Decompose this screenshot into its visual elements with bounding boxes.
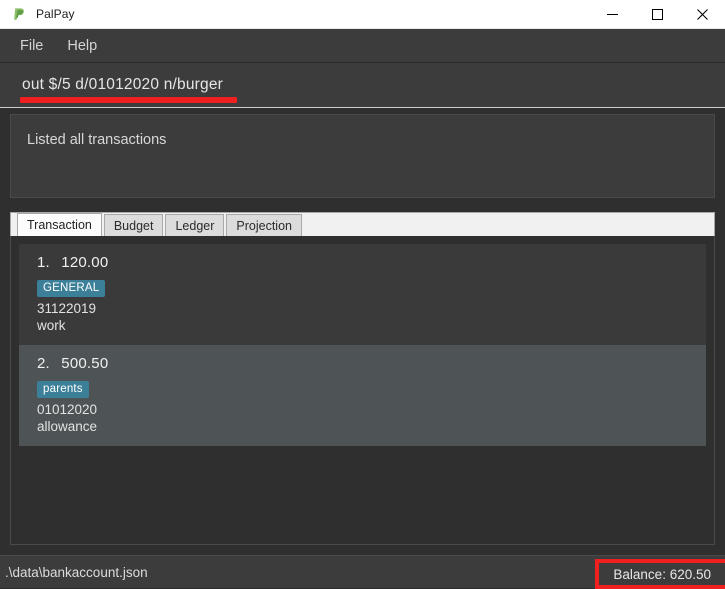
transaction-list-item[interactable]: 1. 120.00 GENERAL 31122019 work [19,244,706,345]
tab-projection[interactable]: Projection [226,214,302,236]
menu-bar: File Help [0,29,725,63]
transaction-tag: parents [37,381,89,398]
palpay-window: PalPay File Help out $/5 d/01012020 n/bu… [0,0,725,589]
transaction-description: allowance [37,419,98,434]
transaction-amount: 500.50 [61,355,109,372]
transaction-index: 2. [37,355,50,372]
transaction-date: 31122019 [37,301,97,316]
tab-area: Transaction Budget Ledger Projection 1. … [0,198,725,555]
transaction-list-item[interactable]: 2. 500.50 parents 01012020 allowance [19,345,706,446]
result-display-box: Listed all transactions [10,114,715,198]
result-message: Listed all transactions [27,132,167,148]
status-bar-file-path: .\data\bankaccount.json [5,564,148,580]
tab-budget[interactable]: Budget [103,214,164,236]
title-bar-left: PalPay [0,7,590,22]
transaction-headline: 2. 500.50 [37,355,706,372]
window-title: PalPay [36,7,75,21]
transaction-tag-row: GENERAL [37,278,706,297]
palpay-logo-icon [12,7,27,22]
menu-help[interactable]: Help [55,34,109,58]
command-error-underline [20,97,237,103]
transaction-list: 1. 120.00 GENERAL 31122019 work 2. 500.5… [19,244,706,446]
minimize-icon[interactable] [590,0,635,28]
status-bar-balance: Balance: 620.50 [613,566,711,582]
tab-panel-transaction: 1. 120.00 GENERAL 31122019 work 2. 500.5… [10,236,715,545]
menu-file[interactable]: File [8,34,55,58]
transaction-index: 1. [37,254,50,271]
title-bar: PalPay [0,0,725,29]
tab-ledger[interactable]: Ledger [165,214,225,236]
balance-highlight-box: Balance: 620.50 [595,559,725,589]
transaction-tag-row: parents [37,379,706,398]
maximize-icon[interactable] [635,0,680,28]
transaction-amount: 120.00 [61,254,109,271]
status-bar: .\data\bankaccount.json Balance: 620.50 [0,555,725,589]
command-box-area: out $/5 d/01012020 n/burger [0,63,725,108]
result-display-area: Listed all transactions [0,108,725,198]
transaction-headline: 1. 120.00 [37,254,706,271]
command-input-value: out $/5 d/01012020 n/burger [22,75,224,93]
tab-strip: Transaction Budget Ledger Projection [10,212,715,236]
transaction-date: 01012020 [37,402,98,417]
transaction-description: work [37,318,66,333]
transaction-tag: GENERAL [37,280,106,297]
close-icon[interactable] [680,0,725,28]
window-controls [590,0,725,28]
tab-transaction[interactable]: Transaction [17,213,102,236]
